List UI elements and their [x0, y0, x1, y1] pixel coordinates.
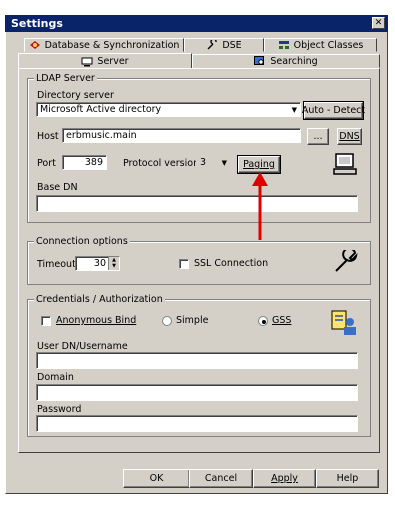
chevron-down-icon: ▼: [291, 105, 297, 114]
tab-label: Database & Synchronization: [44, 39, 180, 51]
protocol-version-label: Protocol version: [123, 158, 200, 169]
ssl-connection-checkbox[interactable]: [179, 259, 189, 269]
domain-input[interactable]: [36, 384, 358, 401]
connection-options-legend: Connection options: [34, 236, 130, 247]
title-bar: Settings ✕: [5, 15, 388, 32]
password-input[interactable]: [36, 415, 358, 432]
credentials-legend: Credentials / Authorization: [34, 294, 165, 305]
tab-database-sync[interactable]: Database & Synchronization: [24, 38, 184, 52]
ok-button[interactable]: OK: [123, 469, 190, 488]
window-title: Settings: [11, 17, 63, 30]
computer-icon: [333, 153, 357, 175]
user-dn-label: User DN/Username: [37, 341, 128, 352]
wrench-icon: [207, 40, 218, 50]
cancel-button[interactable]: Cancel: [189, 469, 253, 488]
tab-label: Object Classes: [293, 39, 364, 51]
domain-label: Domain: [37, 372, 74, 383]
base-dn-input[interactable]: [36, 195, 358, 212]
simple-radio[interactable]: [162, 316, 172, 326]
tab-object-classes[interactable]: Object Classes: [264, 38, 377, 52]
spin-buttons[interactable]: ▲ ▼: [108, 257, 119, 270]
server-icon: [81, 57, 93, 66]
auto-detect-button[interactable]: Auto - Detect: [302, 101, 365, 120]
protocol-version-select[interactable]: 3 ▼: [196, 155, 230, 170]
tab-label: Searching: [270, 55, 318, 67]
object-classes-icon: [278, 41, 289, 49]
annotation-arrow: [252, 172, 268, 240]
timeout-value: 30: [93, 258, 106, 269]
host-input[interactable]: erbmusic.main: [62, 128, 301, 143]
anonymous-bind-checkbox[interactable]: [41, 316, 51, 326]
directory-server-select[interactable]: Microsoft Active directory ▼: [36, 102, 301, 117]
search-icon: [254, 56, 265, 65]
dns-button[interactable]: DNS: [337, 128, 362, 145]
anonymous-bind-label: Anonymous Bind: [56, 315, 137, 326]
browse-button[interactable]: ...: [307, 128, 329, 145]
base-dn-label: Base DN: [37, 182, 78, 193]
tab-server[interactable]: Server: [18, 53, 192, 69]
timeout-label: Timeout: [37, 259, 76, 270]
password-label: Password: [37, 404, 82, 415]
close-icon: ✕: [374, 18, 383, 28]
tab-searching[interactable]: Searching: [192, 54, 380, 68]
user-dn-input[interactable]: [36, 352, 358, 369]
wrench-icon: [335, 250, 358, 272]
database-sync-icon: [29, 41, 40, 49]
help-button[interactable]: Help: [316, 469, 379, 488]
ldap-server-legend: LDAP Server: [34, 73, 97, 84]
simple-label: Simple: [176, 315, 209, 326]
user-credentials-icon: [331, 310, 356, 335]
tab-label: Server: [97, 56, 129, 67]
chevron-down-icon: ▼: [221, 158, 227, 167]
gss-label: GSS: [272, 315, 292, 326]
protocol-version-value: 3: [200, 157, 207, 168]
spin-down-icon[interactable]: ▼: [109, 263, 119, 269]
tab-label: DSE: [222, 39, 242, 51]
directory-server-value: Microsoft Active directory: [40, 104, 162, 115]
port-label: Port: [37, 158, 56, 169]
tab-dse[interactable]: DSE: [184, 38, 264, 52]
host-label: Host: [37, 131, 59, 142]
ssl-connection-label: SSL Connection: [194, 258, 269, 269]
port-input[interactable]: 389: [62, 155, 107, 170]
apply-button[interactable]: Apply: [253, 469, 316, 488]
timeout-stepper[interactable]: 30 ▲ ▼: [75, 256, 120, 271]
gss-radio[interactable]: [258, 316, 268, 326]
close-button[interactable]: ✕: [372, 17, 385, 29]
directory-server-label: Directory server: [37, 90, 114, 101]
